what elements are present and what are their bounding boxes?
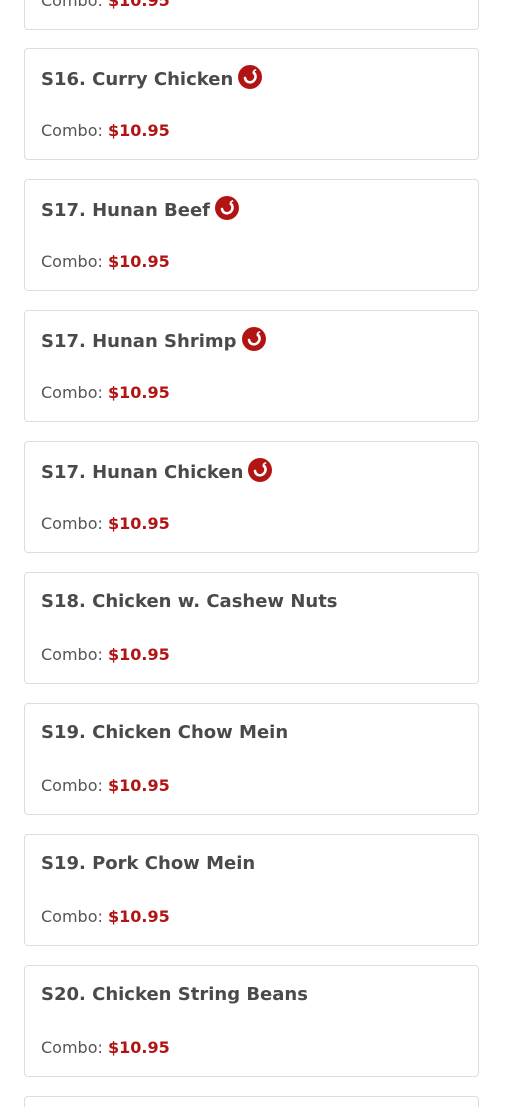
menu-item-card[interactable]: Combo: $10.95 <box>24 0 479 30</box>
menu-item-name: S19. Chicken Chow Mein <box>41 722 289 743</box>
combo-price: $10.95 <box>107 645 170 664</box>
menu-item-name: S17. Hunan Shrimp <box>41 330 237 352</box>
combo-price-line: Combo: $10.95 <box>41 645 170 664</box>
combo-price: $10.95 <box>107 1038 170 1057</box>
chili-pepper-icon <box>248 458 273 482</box>
menu-item-title: S20. Chicken String Beans <box>41 984 308 1005</box>
combo-price-line: Combo: $10.95 <box>41 0 170 10</box>
combo-price-line: Combo: $10.95 <box>41 121 170 140</box>
combo-price-line: Combo: $10.95 <box>41 514 170 533</box>
menu-item-name: S17. Hunan Beef <box>41 199 211 221</box>
menu-item-card[interactable]: S19. Chicken Chow Mein Combo: $10.95 <box>24 703 479 815</box>
menu-item-card[interactable]: S17. Hunan Shrimp Combo: $10.95 <box>24 310 479 422</box>
menu-item-name: S17. Hunan Chicken <box>41 461 244 483</box>
combo-label: Combo: <box>41 1038 103 1057</box>
combo-price: $10.95 <box>107 383 170 402</box>
combo-price: $10.95 <box>107 252 170 271</box>
combo-label: Combo: <box>41 252 103 271</box>
combo-price-line: Combo: $10.95 <box>41 776 170 795</box>
combo-label: Combo: <box>41 645 103 664</box>
combo-price: $10.95 <box>107 907 170 926</box>
menu-item-title: S19. Pork Chow Mein <box>41 853 255 874</box>
menu-item-card[interactable]: S17. Hunan Chicken Combo: $10.95 <box>24 441 479 553</box>
combo-price-line: Combo: $10.95 <box>41 252 170 271</box>
menu-item-name: S19. Pork Chow Mein <box>41 853 256 874</box>
menu-item-name: S16. Curry Chicken <box>41 68 234 90</box>
menu-item-card[interactable]: S20. Chicken String Beans Combo: $10.95 <box>24 965 479 1077</box>
combo-label: Combo: <box>41 776 103 795</box>
chili-pepper-icon <box>241 327 266 351</box>
menu-item-card[interactable]: S19. Pork Chow Mein Combo: $10.95 <box>24 834 479 946</box>
chili-pepper-icon <box>215 196 240 220</box>
menu-item-card[interactable]: S18. Chicken w. Cashew Nuts Combo: $10.9… <box>24 572 479 684</box>
combo-price-line: Combo: $10.95 <box>41 1038 170 1057</box>
menu-item-title: S19. Chicken Chow Mein <box>41 722 288 743</box>
combo-label: Combo: <box>41 907 103 926</box>
combo-price-line: Combo: $10.95 <box>41 907 170 926</box>
menu-item-title: S18. Chicken w. Cashew Nuts <box>41 591 338 612</box>
combo-label: Combo: <box>41 0 103 10</box>
menu-item-title: S17. Hunan Shrimp <box>41 327 266 353</box>
menu-item-list: Combo: $10.95 S16. Curry Chicken Combo: … <box>0 0 510 1107</box>
combo-price: $10.95 <box>107 514 170 533</box>
menu-item-name: S20. Chicken String Beans <box>41 984 308 1005</box>
combo-price: $10.95 <box>107 121 170 140</box>
combo-label: Combo: <box>41 514 103 533</box>
combo-price: $10.95 <box>107 0 170 10</box>
menu-item-name: S18. Chicken w. Cashew Nuts <box>41 591 338 612</box>
chili-pepper-icon <box>238 65 263 89</box>
menu-item-title: S16. Curry Chicken <box>41 65 263 91</box>
menu-item-card[interactable]: S16. Curry Chicken Combo: $10.95 <box>24 48 479 160</box>
menu-item-title: S17. Hunan Chicken <box>41 458 273 484</box>
menu-item-card[interactable] <box>24 1096 479 1107</box>
combo-price: $10.95 <box>107 776 170 795</box>
combo-label: Combo: <box>41 383 103 402</box>
menu-item-card[interactable]: S17. Hunan Beef Combo: $10.95 <box>24 179 479 291</box>
menu-item-title: S17. Hunan Beef <box>41 196 240 222</box>
combo-price-line: Combo: $10.95 <box>41 383 170 402</box>
combo-label: Combo: <box>41 121 103 140</box>
